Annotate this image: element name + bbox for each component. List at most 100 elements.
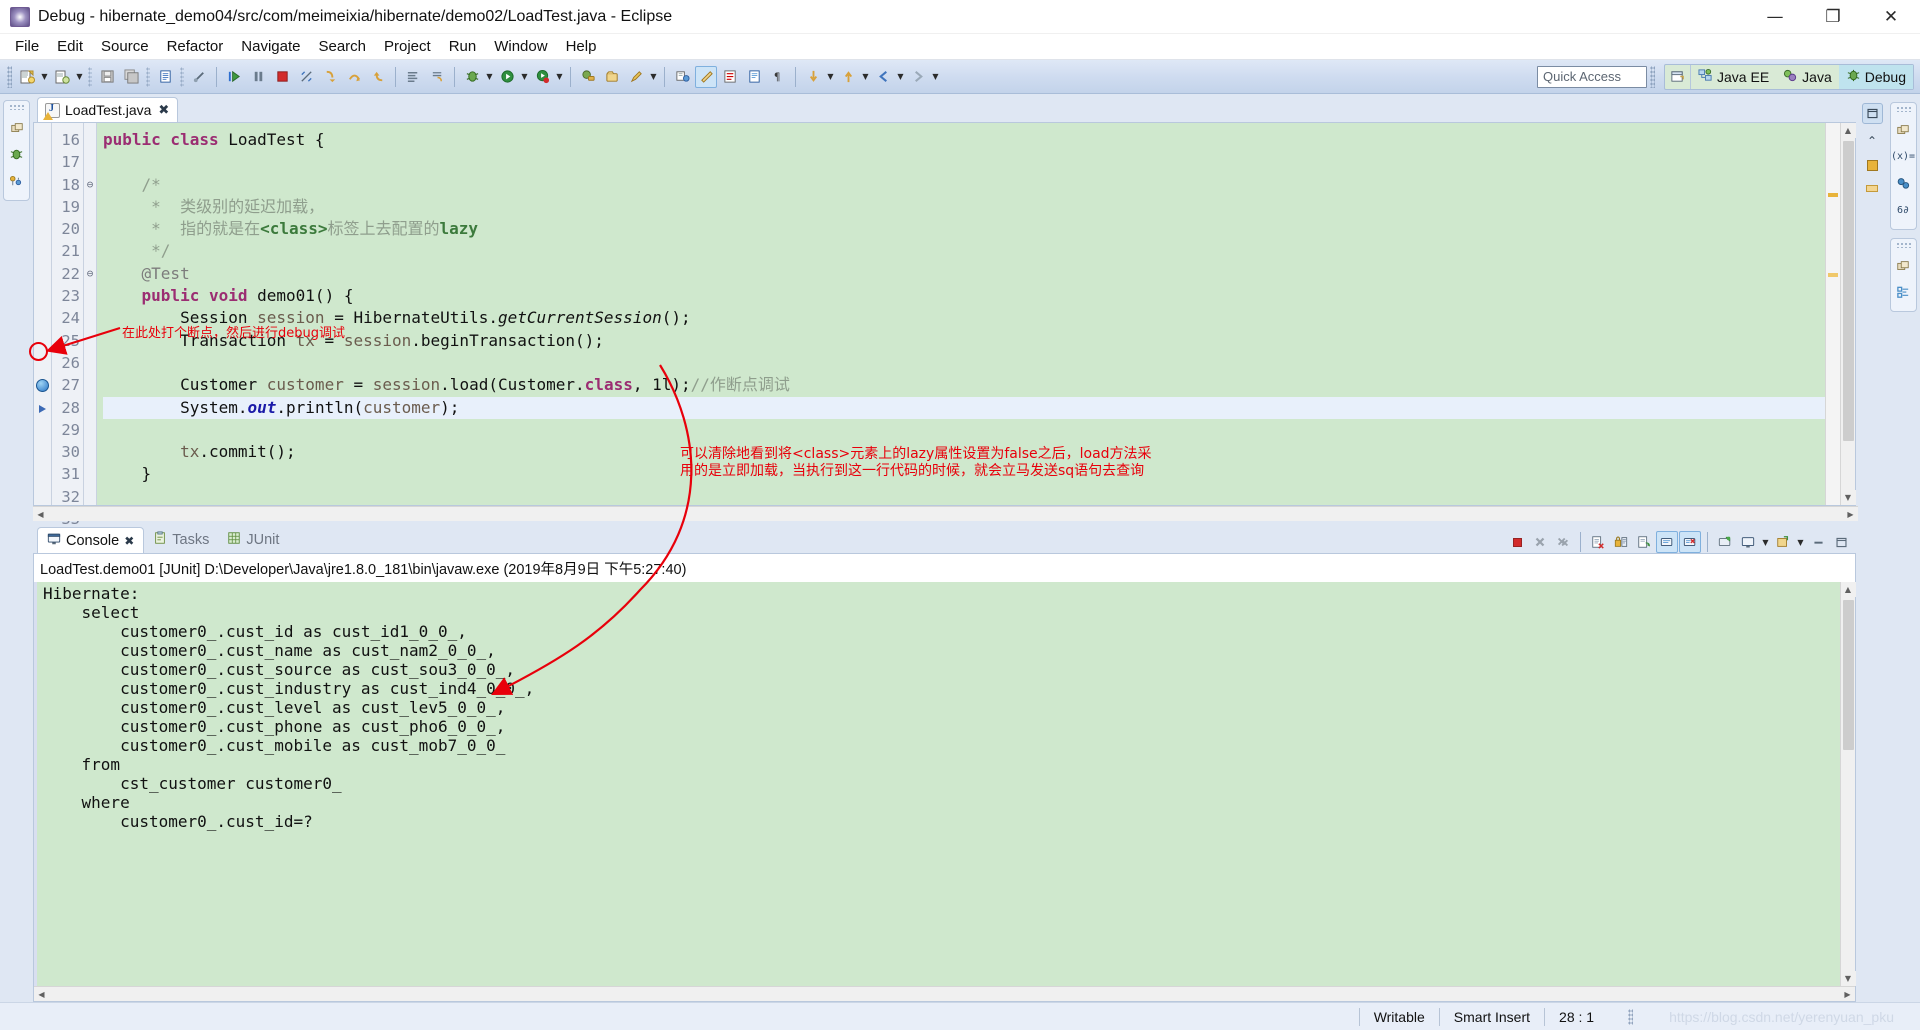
tab-console[interactable]: Console ✖ (37, 527, 145, 553)
perspective-grip[interactable] (1650, 65, 1656, 88)
disconnect-icon[interactable] (295, 66, 317, 88)
debug-run-icon[interactable] (461, 66, 483, 88)
console-vertical-scrollbar[interactable]: ▲ ▼ (1840, 582, 1856, 986)
code-line[interactable] (103, 352, 1825, 374)
display-console-icon[interactable] (1737, 531, 1759, 553)
debug-view-icon[interactable] (6, 144, 27, 165)
terminate-icon[interactable] (1506, 531, 1528, 553)
maximize-view-icon[interactable] (1830, 531, 1852, 553)
skip-breakpoints-icon[interactable] (402, 66, 424, 88)
console-horizontal-scrollbar[interactable]: ◀ ▶ (34, 986, 1855, 1001)
menu-help[interactable]: Help (557, 36, 606, 57)
code-line[interactable] (103, 419, 1825, 441)
show-whitespace-icon[interactable] (743, 66, 765, 88)
clear-console-icon[interactable] (1587, 531, 1609, 553)
restore-icon[interactable] (6, 117, 27, 138)
tab-tasks[interactable]: Tasks (144, 527, 218, 553)
menu-edit[interactable]: Edit (48, 36, 92, 57)
scroll-down-icon[interactable]: ▼ (1840, 971, 1856, 986)
prev-edit-dropdown-icon[interactable]: ▼ (860, 66, 871, 88)
quick-access-input[interactable]: Quick Access (1537, 65, 1648, 88)
variables-icon[interactable]: (x)= (1891, 146, 1915, 167)
scroll-right-icon[interactable]: ▶ (1840, 987, 1855, 1002)
minimize-view-icon[interactable] (1807, 531, 1829, 553)
rail-drag-handle[interactable] (9, 104, 24, 110)
terminate-icon[interactable] (271, 66, 293, 88)
next-edit-dropdown-icon[interactable]: ▼ (825, 66, 836, 88)
console-scroll-thumb[interactable] (1843, 600, 1854, 750)
menu-project[interactable]: Project (375, 36, 440, 57)
forward-dropdown-icon[interactable]: ▼ (930, 66, 941, 88)
rail-drag-handle-2[interactable] (1895, 242, 1911, 248)
new-java-project-dropdown-icon[interactable]: ▼ (74, 66, 85, 88)
next-annotation-icon[interactable] (671, 66, 693, 88)
run-dropdown-icon[interactable]: ▼ (519, 66, 530, 88)
menu-navigate[interactable]: Navigate (232, 36, 309, 57)
new-wizard-dropdown-icon[interactable]: ▼ (39, 66, 50, 88)
view-menu-dropdown-icon[interactable]: ▼ (1795, 531, 1806, 553)
step-over-icon[interactable] (343, 66, 365, 88)
word-wrap-icon[interactable] (1633, 531, 1655, 553)
toggle-mark-dropdown-icon[interactable]: ▼ (648, 66, 659, 88)
remove-launch-icon[interactable] (1529, 531, 1551, 553)
link-break-icon[interactable] (188, 66, 210, 88)
scroll-left-icon[interactable]: ◀ (34, 987, 49, 1002)
resume-icon[interactable] (223, 66, 245, 88)
next-edit-icon[interactable] (802, 66, 824, 88)
new-wizard-icon[interactable] (16, 66, 38, 88)
console-output[interactable]: Hibernate: select customer0_.cust_id as … (34, 582, 1840, 986)
remove-all-terminated-icon[interactable] (1552, 531, 1574, 553)
open-type-icon[interactable] (601, 66, 623, 88)
scroll-down-icon[interactable]: ▼ (1840, 490, 1856, 505)
code-line[interactable] (103, 151, 1825, 173)
editor-overview-ruler[interactable] (1825, 123, 1840, 505)
step-into-icon[interactable] (319, 66, 341, 88)
perspective-java-ee[interactable]: Java EE (1691, 65, 1776, 89)
code-line[interactable]: * 指的就是在<class>标签上去配置的lazy (103, 218, 1825, 240)
code-line[interactable]: Session session = HibernateUtils.getCurr… (103, 307, 1825, 329)
code-line[interactable]: public void demo01() { (103, 285, 1825, 307)
back-icon[interactable] (872, 66, 894, 88)
code-line[interactable]: Customer customer = session.load(Custome… (103, 374, 1825, 396)
display-selected-console-icon[interactable] (1679, 531, 1701, 553)
open-console-menu-icon[interactable] (1772, 531, 1794, 553)
status-resize-grip[interactable] (1628, 1008, 1634, 1025)
open-perspective-icon[interactable] (1665, 64, 1692, 89)
menu-source[interactable]: Source (92, 36, 158, 57)
prev-edit-icon[interactable] (837, 66, 859, 88)
minimize-button[interactable]: — (1746, 0, 1804, 33)
code-line[interactable]: @Test (103, 263, 1825, 285)
forward-icon[interactable] (907, 66, 929, 88)
editor-folding-gutter[interactable]: ⊖ ⊖ (84, 123, 97, 505)
toolbar-grip[interactable] (7, 65, 12, 88)
menu-search[interactable]: Search (309, 36, 375, 57)
display-console-dropdown-icon[interactable]: ▼ (1760, 531, 1771, 553)
editor-marker-gutter[interactable] (34, 123, 52, 505)
editor-tab-loadtest[interactable]: LoadTest.java ✖ (37, 97, 179, 122)
menu-file[interactable]: File (6, 36, 48, 57)
toggle-block-selection-icon[interactable] (719, 66, 741, 88)
fold-toggle-icon[interactable]: ⊖ (84, 263, 96, 285)
open-console-icon[interactable] (1714, 531, 1736, 553)
collapse-editor-icon[interactable] (1861, 103, 1883, 124)
menu-window[interactable]: Window (485, 36, 556, 57)
step-return-icon[interactable] (367, 66, 389, 88)
scroll-left-icon[interactable]: ◀ (33, 507, 48, 522)
print-preview-icon[interactable] (154, 66, 176, 88)
run-icon[interactable] (496, 66, 518, 88)
code-line[interactable]: System.out.println(customer); (103, 396, 1825, 419)
editor-vertical-scrollbar[interactable]: ▲ ▼ (1840, 123, 1856, 505)
code-line[interactable] (103, 486, 1825, 505)
code-line[interactable]: /* (103, 174, 1825, 196)
close-icon[interactable]: ✖ (124, 534, 134, 548)
breakpoint-marker[interactable] (36, 379, 49, 392)
scroll-right-icon[interactable]: ▶ (1843, 507, 1858, 522)
perspective-debug[interactable]: Debug (1838, 64, 1913, 89)
external-tools-icon[interactable] (577, 66, 599, 88)
save-all-icon[interactable] (120, 66, 142, 88)
chevron-up-icon[interactable]: ⌃ (1862, 130, 1883, 151)
code-line[interactable]: */ (103, 240, 1825, 262)
run-coverage-icon[interactable] (531, 66, 553, 88)
code-line[interactable]: tx.commit(); (103, 441, 1825, 463)
close-icon[interactable]: ✖ (158, 103, 169, 118)
